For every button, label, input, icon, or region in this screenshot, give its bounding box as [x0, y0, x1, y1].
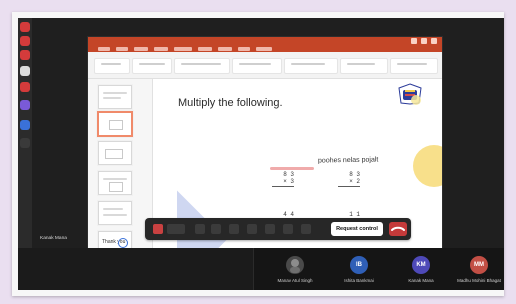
math-top: 4 4	[283, 211, 294, 218]
presenter-label: Kanak Mana	[40, 236, 67, 241]
record-icon[interactable]	[153, 224, 163, 234]
ribbon-group	[390, 58, 438, 74]
math-bottom: × 3	[283, 178, 294, 185]
user-photo-icon	[290, 259, 300, 273]
ribbon-group	[284, 58, 338, 74]
ribbon-group	[132, 58, 172, 74]
tab[interactable]	[174, 47, 192, 51]
handwritten-note: poohes nelas pojalt	[317, 156, 379, 165]
tab[interactable]	[198, 47, 212, 51]
participant-avatar: IB	[350, 256, 368, 274]
tab[interactable]	[238, 47, 250, 51]
minimize-icon[interactable]	[411, 38, 417, 44]
math-underline	[272, 186, 294, 187]
participants-icon[interactable]	[301, 224, 311, 234]
maximize-icon[interactable]	[421, 38, 427, 44]
participant-tile[interactable]: Manav Atul Singh	[270, 252, 320, 288]
math-top: 1 1	[349, 211, 360, 218]
ppt-titlebar	[88, 37, 442, 46]
tab[interactable]	[154, 47, 168, 51]
slide-thumbnail-selected[interactable]	[97, 111, 133, 137]
leave-call-button[interactable]	[389, 222, 407, 236]
participant-name: Manav Atul Singh	[277, 278, 313, 283]
tab[interactable]	[98, 47, 110, 51]
chat-icon[interactable]	[283, 224, 293, 234]
teams-icon[interactable]	[20, 50, 30, 60]
close-icon[interactable]	[431, 38, 437, 44]
participant-avatar	[286, 256, 304, 274]
slide-thumbnail[interactable]	[98, 171, 132, 195]
slide-thumbnail[interactable]	[98, 141, 132, 165]
tab[interactable]	[256, 47, 272, 51]
yellow-decoration	[413, 145, 442, 187]
participant-name: Madhu Mohini Bhagat	[457, 278, 501, 283]
tab[interactable]	[218, 47, 232, 51]
ppt-title-text	[218, 38, 338, 44]
files-icon[interactable]	[20, 100, 30, 110]
math-top: 8 3	[349, 171, 360, 178]
request-control-button[interactable]: Request control	[331, 222, 383, 236]
slide-thumbnail[interactable]	[98, 85, 132, 109]
share-icon[interactable]	[229, 224, 239, 234]
phone-hangup-icon	[391, 226, 405, 231]
meeting-controls: Request control	[145, 218, 411, 240]
math-underline	[338, 186, 360, 187]
apps-icon[interactable]	[20, 120, 30, 130]
mic-icon[interactable]	[211, 224, 221, 234]
math-problem-2: 8 3 × 2	[338, 171, 360, 187]
paw-decoration	[411, 95, 421, 105]
raise-hand-icon[interactable]	[265, 224, 275, 234]
handwriting-mark	[270, 167, 314, 170]
tab[interactable]	[116, 47, 128, 51]
tab[interactable]	[134, 47, 148, 51]
participant-name: Ishita Bankmai	[344, 278, 374, 283]
participants-bar-left	[18, 248, 253, 290]
slide-heading: Multiply the following.	[178, 97, 283, 109]
calendar-icon[interactable]	[20, 66, 30, 76]
math-bottom: × 2	[349, 178, 360, 185]
calls-icon[interactable]	[20, 82, 30, 92]
participant-name: Kanak Mana	[408, 278, 434, 283]
math-top: 8 3	[283, 171, 294, 178]
more-actions-icon[interactable]	[247, 224, 257, 234]
camera-icon[interactable]	[195, 224, 205, 234]
window-buttons	[411, 38, 437, 44]
chat-icon[interactable]	[20, 36, 30, 46]
ribbon-group	[232, 58, 282, 74]
school-logo	[397, 83, 423, 105]
participant-tile[interactable]: KM Kanak Mana	[396, 252, 446, 288]
more-icon[interactable]	[20, 138, 30, 148]
math-problem-1: 8 3 × 3	[272, 171, 294, 187]
ppt-ribbon	[88, 52, 442, 79]
timer-icon	[167, 224, 185, 234]
participant-tile[interactable]: IB Ishita Bankmai	[334, 252, 384, 288]
ribbon-group	[174, 58, 230, 74]
participant-avatar: KM	[412, 256, 430, 274]
left-app-rail	[18, 18, 32, 248]
participant-tile[interactable]: MM Madhu Mohini Bhagat	[454, 252, 504, 288]
activity-icon[interactable]	[20, 22, 30, 32]
participant-avatar: MM	[470, 256, 488, 274]
participants-bar: Manav Atul Singh IB Ishita Bankmai KM Ka…	[18, 248, 504, 290]
ribbon-group	[94, 58, 130, 74]
slide-thumbnail[interactable]	[98, 201, 132, 225]
ribbon-group	[340, 58, 388, 74]
